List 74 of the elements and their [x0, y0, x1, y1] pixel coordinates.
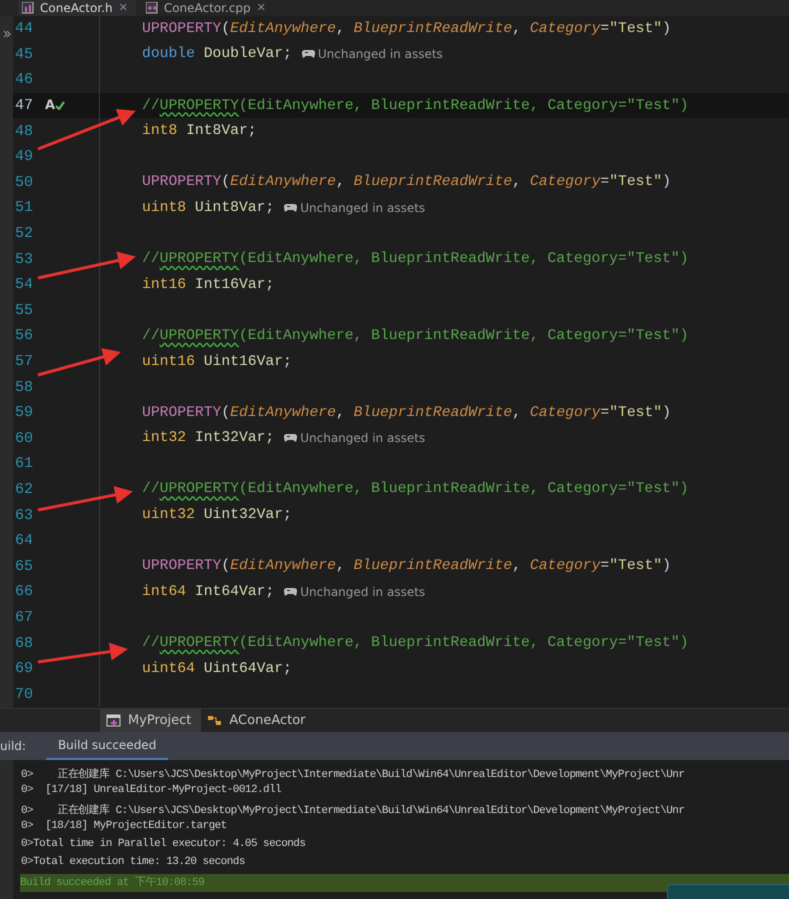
code-hint: Unchanged in assets [300, 200, 426, 215]
editor-tab[interactable]: ConeActor.cpp ✕ [142, 0, 274, 16]
check-icon [55, 101, 66, 110]
line-number: 49 [14, 148, 34, 166]
code-line: int8 Int8Var; [141, 123, 257, 140]
line-number: 50 [14, 174, 34, 191]
code-line: //UPROPERTY(EditAnywhere, BlueprintReadWrite, Category="Test") [141, 481, 688, 498]
context-tab[interactable]: AConeActor [201, 709, 316, 732]
output-line: 0> 正在创建库 C:\Users\JCS\Desktop\MyProject\Intermediate\Build\Win64\UnrealEditor\Development\MyProject\Unr [21, 802, 686, 819]
context-tab[interactable]: MyProject [100, 709, 202, 732]
close-icon[interactable]: ✕ [256, 2, 266, 14]
line-number: 48 [14, 122, 34, 140]
code-line: UPROPERTY(EditAnywhere, BlueprintReadWrite, Category="Test") [141, 558, 671, 574]
output-line: 0> [18/18] MyProjectEditor.target [21, 820, 228, 834]
line-number: 61 [14, 455, 34, 472]
line-number: 52 [14, 225, 34, 242]
header-file-icon [22, 2, 34, 14]
line-number: 60 [14, 430, 34, 447]
project-icon [106, 714, 122, 728]
line-number: 66 [14, 583, 34, 600]
gamepad-icon [302, 49, 315, 60]
line-number: 56 [14, 327, 34, 344]
line-number: 51 [14, 199, 34, 216]
line-number: 54 [14, 276, 34, 294]
line-number: 53 [14, 250, 34, 268]
close-icon[interactable]: ✕ [118, 2, 128, 14]
code-line: int64 Int64Var; [141, 584, 274, 600]
gamepad-icon [284, 202, 298, 213]
output-line: 0> 正在创建库 C:\Users\JCS\Desktop\MyProject\Intermediate\Build\Win64\UnrealEditor\Development\MyProject\Unr [21, 766, 686, 783]
code-line: uint16 Uint16Var; [141, 354, 292, 370]
inspection-mark: A [45, 98, 56, 114]
line-number: 62 [14, 480, 34, 498]
line-number: 69 [14, 660, 34, 678]
build-tab[interactable]: Build succeeded [46, 732, 168, 760]
line-number: 44 [14, 20, 34, 38]
gamepad-icon [284, 433, 298, 444]
line-number: 59 [14, 404, 34, 422]
line-number: 55 [14, 302, 34, 319]
output-line: 0> [17/18] UnrealEditor-MyProject-0012.dll [21, 784, 282, 798]
code-hint: Unchanged in assets [300, 584, 426, 599]
code-line: UPROPERTY(EditAnywhere, BlueprintReadWrite, Category="Test") [141, 174, 671, 190]
output-line: 0>Total time in Parallel executor: 4.05 seconds [21, 838, 306, 852]
code-line: UPROPERTY(EditAnywhere, BlueprintReadWrite, Category="Test") [141, 20, 671, 37]
output-line: 0>Total execution time: 13.20 seconds [21, 856, 246, 870]
chevron-icon[interactable] [2, 30, 10, 38]
line-number: 47 [14, 97, 34, 114]
line-number: 68 [14, 634, 34, 652]
editor-tab[interactable]: ConeActor.h ✕ [18, 0, 136, 16]
code-line: uint64 Uint64Var; [141, 660, 292, 677]
line-number: 58 [14, 378, 34, 396]
line-number: 67 [14, 608, 34, 626]
code-line: //UPROPERTY(EditAnywhere, BlueprintReadWrite, Category="Test") [141, 328, 688, 344]
line-number: 46 [14, 71, 34, 88]
line-number: 57 [14, 353, 34, 370]
line-number: 65 [14, 558, 34, 575]
class-icon [207, 714, 224, 728]
code-line: int32 Int32Var; [141, 430, 274, 446]
code-line: //UPROPERTY(EditAnywhere, BlueprintReadWrite, Category="Test") [141, 251, 688, 268]
line-number: 45 [14, 46, 34, 63]
source-file-icon [146, 2, 158, 14]
code-hint: Unchanged in assets [300, 431, 426, 446]
code-line: uint8 Uint8Var; [141, 200, 274, 216]
code-line: double DoubleVar; [141, 46, 292, 62]
line-number: 63 [14, 506, 34, 524]
code-line: int16 Int16Var; [141, 276, 274, 293]
code-hint: Unchanged in assets [318, 47, 443, 62]
line-number: 70 [14, 686, 34, 703]
line-number: 64 [14, 532, 34, 550]
gamepad-icon [284, 586, 298, 597]
code-line: UPROPERTY(EditAnywhere, BlueprintReadWrite, Category="Test") [141, 404, 671, 421]
code-line: //UPROPERTY(EditAnywhere, BlueprintReadWrite, Category="Test") [141, 635, 688, 652]
code-line: //UPROPERTY(EditAnywhere, BlueprintReadWrite, Category="Test") [141, 98, 688, 114]
panel-title: uild: [0, 738, 27, 755]
code-line: uint32 Uint32Var; [141, 507, 292, 524]
